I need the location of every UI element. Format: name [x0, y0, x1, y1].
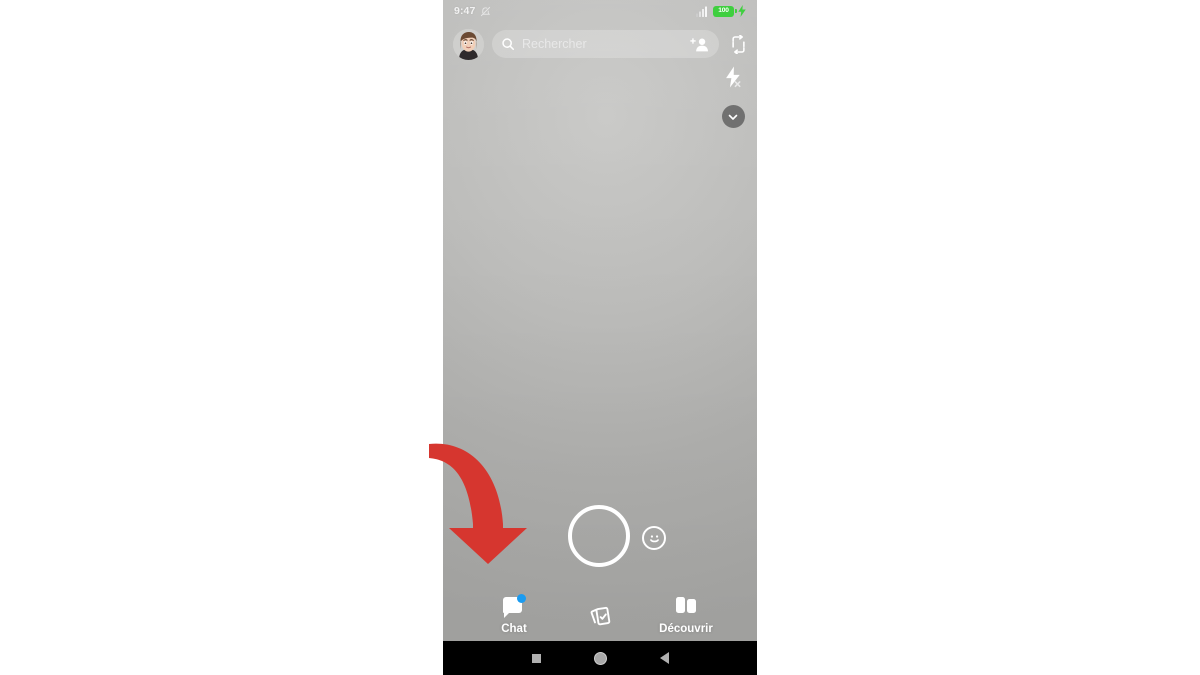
search-input[interactable] — [522, 37, 683, 51]
battery-level-text: 100 — [718, 6, 729, 14]
lens-carousel-button[interactable] — [642, 526, 666, 550]
shutter-button[interactable] — [568, 505, 630, 567]
status-bar-left: 9:47 — [454, 5, 491, 17]
sidebar-item-stories[interactable] — [563, 605, 637, 635]
signal-bars-icon — [696, 6, 707, 17]
chat-notification-badge — [517, 593, 526, 603]
discover-icon — [673, 594, 699, 620]
more-options-button[interactable] — [721, 105, 745, 128]
bitmoji-avatar-icon — [453, 28, 484, 60]
status-bar: 9:47 100 — [443, 0, 757, 22]
chevron-down-icon — [728, 114, 738, 120]
lightning-bolt-icon — [738, 5, 746, 17]
search-icon — [502, 38, 515, 51]
recents-button[interactable] — [504, 641, 568, 675]
sidebar-item-chat[interactable]: Chat — [477, 593, 551, 636]
android-navigation-bar — [443, 641, 757, 675]
recents-square-icon — [531, 653, 541, 663]
status-clock: 9:47 — [454, 5, 476, 17]
battery-indicator: 100 — [713, 5, 737, 17]
flash-off-icon — [726, 66, 741, 88]
status-bar-right: 100 — [696, 5, 746, 17]
header-bar — [443, 28, 757, 60]
add-friend-icon[interactable] — [690, 37, 709, 52]
phone-screen: 9:47 100 Rechercher Chat Découvrir — [443, 0, 757, 675]
bell-muted-icon — [481, 6, 491, 16]
home-button[interactable] — [568, 641, 632, 675]
camera-tools-rail — [719, 66, 747, 128]
search-bar[interactable] — [492, 30, 719, 58]
avatar[interactable] — [453, 28, 484, 60]
chat-bubble-icon — [501, 593, 527, 620]
flip-camera-button[interactable] — [727, 31, 749, 57]
bottom-navigation: Chat Découvrir — [443, 579, 757, 641]
page-canvas: 9:47 100 Rechercher Chat Découvrir — [0, 0, 1200, 675]
flip-camera-icon — [731, 34, 745, 54]
back-button[interactable] — [632, 641, 696, 675]
nav-label-discover: Découvrir — [659, 622, 713, 635]
nav-label-chat: Chat — [501, 622, 527, 635]
smiley-face-icon — [649, 534, 659, 542]
home-circle-icon — [593, 651, 607, 665]
stories-cards-icon — [587, 605, 613, 631]
flash-button[interactable] — [723, 66, 743, 93]
back-triangle-icon — [659, 652, 669, 664]
sidebar-item-discover[interactable]: Découvrir — [649, 594, 723, 636]
